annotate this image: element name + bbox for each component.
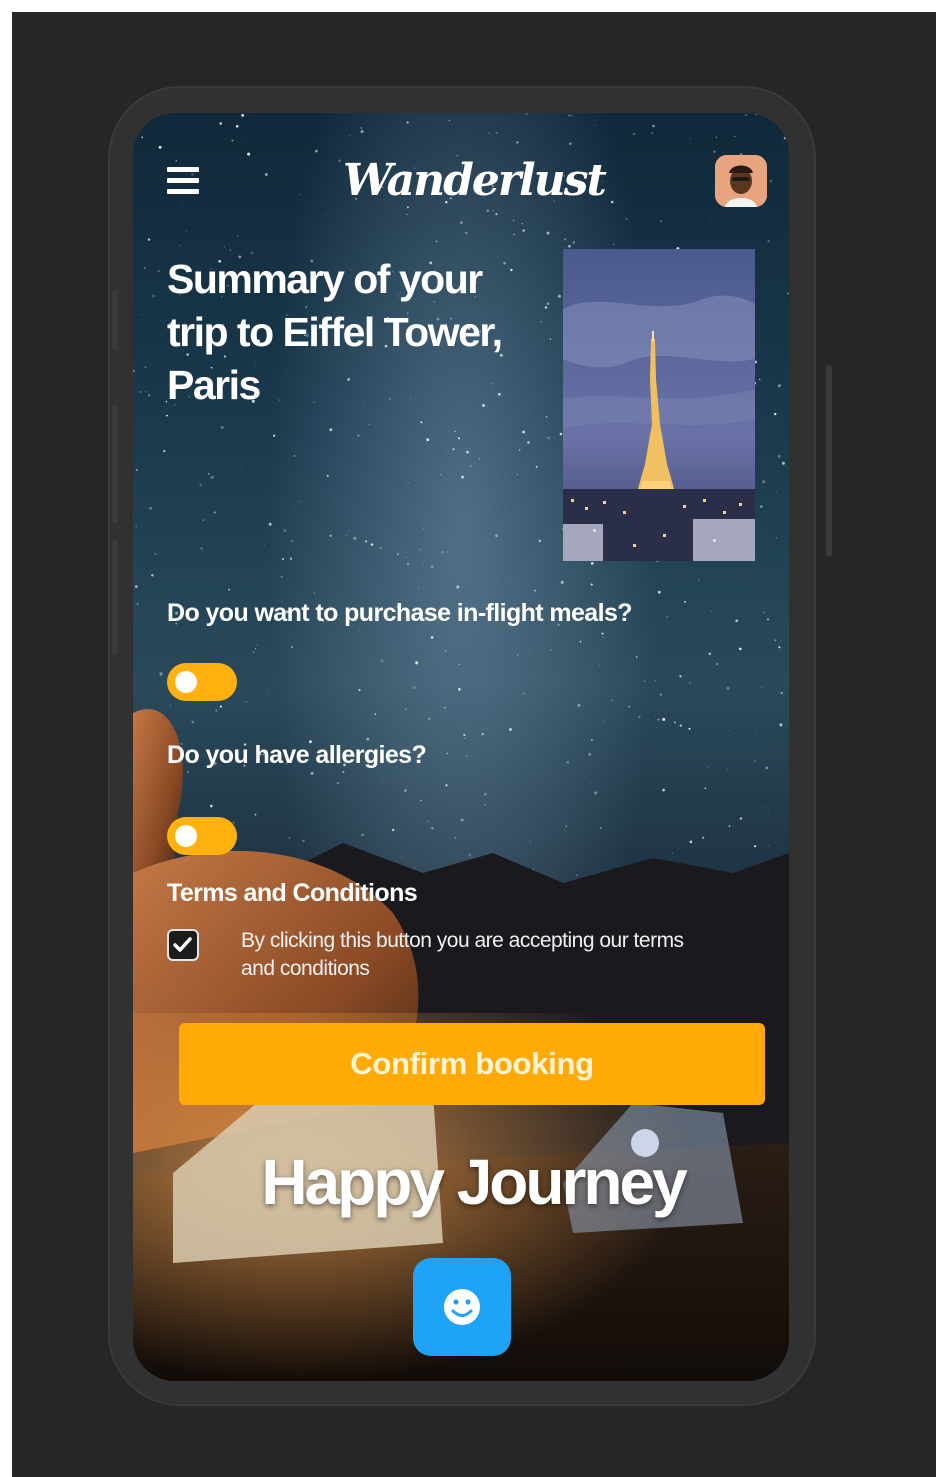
app-header: Wanderlust <box>133 113 789 223</box>
confirm-booking-button[interactable]: Confirm booking <box>179 1023 765 1105</box>
app-logo: Wanderlust <box>343 155 607 206</box>
terms-checkbox[interactable] <box>167 929 199 961</box>
allergies-question: Do you have allergies? <box>167 741 427 769</box>
toggle-knob <box>175 671 197 693</box>
fab-button[interactable] <box>413 1258 511 1356</box>
phone-side-button-mute <box>112 540 118 655</box>
smiley-face-icon <box>444 1289 480 1325</box>
terms-title: Terms and Conditions <box>167 879 418 907</box>
terms-description: By clicking this button you are acceptin… <box>241 929 684 980</box>
avatar[interactable] <box>715 155 767 207</box>
phone-side-button-volume-up <box>112 290 118 350</box>
profile-photo <box>715 155 767 207</box>
destination-photo <box>563 249 755 561</box>
meals-toggle[interactable] <box>167 663 237 701</box>
happy-journey-message: Happy Journey <box>261 1146 687 1218</box>
checkmark-icon <box>173 937 192 952</box>
phone-side-button-power <box>826 365 832 557</box>
meals-question: Do you want to purchase in-flight meals? <box>167 599 633 627</box>
eiffel-tower-image <box>563 249 755 561</box>
hamburger-menu-icon[interactable] <box>167 165 201 195</box>
toggle-knob <box>175 825 197 847</box>
allergies-toggle[interactable] <box>167 817 237 855</box>
phone-side-button-volume-down <box>112 405 118 523</box>
page-title: Summary of your trip to Eiffel Tower, Pa… <box>167 256 503 408</box>
app-screen: Wanderlust Summary of your trip to Eiffe… <box>133 113 789 1381</box>
